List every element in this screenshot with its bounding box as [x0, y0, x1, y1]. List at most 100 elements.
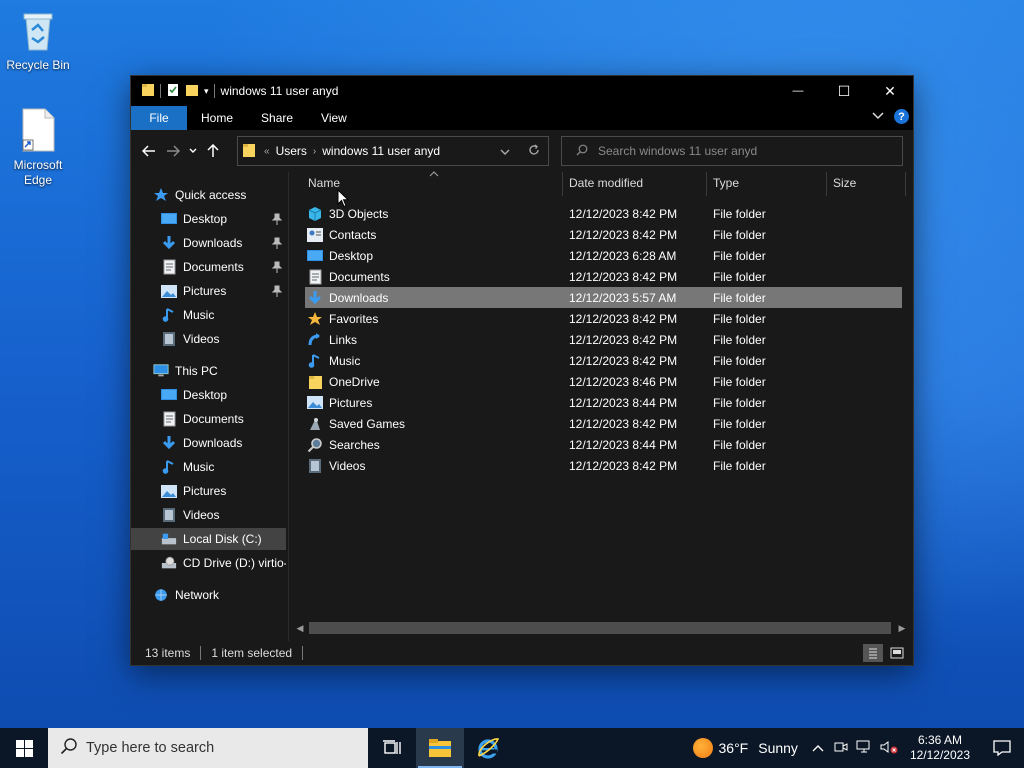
address-overflow[interactable]: « — [264, 146, 270, 157]
details-view-button[interactable] — [863, 644, 883, 662]
file-type: File folder — [713, 395, 766, 410]
large-icons-view-button[interactable] — [887, 644, 907, 662]
nav-item[interactable]: Downloads — [131, 232, 286, 254]
file-row[interactable]: Saved Games 12/12/2023 8:42 PM File folder — [305, 413, 902, 434]
nav-item[interactable]: Pictures — [131, 480, 286, 502]
chevron-up-icon[interactable] — [812, 741, 824, 755]
system-tray: 36°F Sunny 6:36 AM 12/12/2023 — [692, 728, 1024, 768]
recycle-bin-shortcut[interactable]: Recycle Bin — [0, 8, 76, 72]
maximize-button[interactable]: ☐ — [821, 76, 867, 106]
scrollbar-thumb[interactable] — [309, 622, 891, 634]
recycle-bin-label: Recycle Bin — [6, 58, 70, 72]
column-divider[interactable] — [905, 172, 906, 196]
file-row[interactable]: Searches 12/12/2023 8:44 PM File folder — [305, 434, 902, 455]
nav-item[interactable]: Local Disk (C:) — [131, 528, 286, 550]
nav-item[interactable]: Desktop — [131, 384, 286, 406]
nav-item[interactable]: Music — [131, 304, 286, 326]
column-date-modified[interactable]: Date modified — [569, 176, 643, 190]
recent-locations-button[interactable] — [185, 136, 201, 166]
meet-now-icon[interactable] — [834, 740, 848, 757]
music-icon — [161, 307, 177, 323]
tab-view[interactable]: View — [307, 106, 361, 130]
taskbar-search-box[interactable]: Type here to search — [48, 728, 368, 768]
tab-share[interactable]: Share — [247, 106, 307, 130]
forward-button[interactable] — [161, 136, 185, 166]
nav-item[interactable]: Downloads — [131, 432, 286, 454]
task-view-icon — [383, 740, 401, 754]
nav-item-label: Downloads — [183, 436, 243, 450]
back-button[interactable] — [137, 136, 161, 166]
file-date: 12/12/2023 8:46 PM — [569, 374, 678, 389]
item-count: 13 items — [145, 646, 191, 660]
column-type[interactable]: Type — [713, 176, 739, 190]
task-view-button[interactable] — [368, 728, 416, 768]
nav-item[interactable]: Desktop — [131, 208, 286, 230]
quick-access-toolbar: ▾ — [131, 76, 215, 106]
file-row[interactable]: Videos 12/12/2023 8:42 PM File folder — [305, 455, 902, 476]
expand-ribbon-icon[interactable] — [872, 111, 884, 123]
nav-item[interactable]: Videos — [131, 328, 286, 350]
breadcrumb-separator[interactable]: › — [313, 146, 316, 157]
address-bar[interactable]: « Users › windows 11 user anyd — [237, 136, 549, 166]
scroll-right-icon[interactable]: ▶ — [895, 623, 909, 634]
address-dropdown-icon[interactable] — [500, 145, 510, 159]
scroll-left-icon[interactable]: ◀ — [293, 623, 307, 634]
column-divider[interactable] — [826, 172, 827, 196]
refresh-icon[interactable] — [528, 144, 540, 159]
notifications-icon[interactable] — [980, 740, 1024, 756]
new-folder-icon[interactable] — [185, 83, 199, 100]
file-row[interactable]: OneDrive 12/12/2023 8:46 PM File folder — [305, 371, 902, 392]
tab-home[interactable]: Home — [187, 106, 247, 130]
properties-icon[interactable] — [166, 83, 180, 100]
minimize-button[interactable]: — — [775, 76, 821, 106]
nav-item[interactable]: Network — [131, 584, 286, 606]
column-name[interactable]: Name — [308, 176, 340, 190]
close-button[interactable]: ✕ — [867, 76, 913, 106]
drive-icon — [161, 531, 177, 547]
nav-item[interactable]: Documents — [131, 256, 286, 278]
network-icon[interactable] — [856, 740, 872, 757]
nav-item[interactable]: Music — [131, 456, 286, 478]
search-box[interactable]: Search windows 11 user anyd — [561, 136, 903, 166]
nav-item[interactable]: Pictures — [131, 280, 286, 302]
file-row[interactable]: Desktop 12/12/2023 6:28 AM File folder — [305, 245, 902, 266]
edge-shortcut[interactable]: Microsoft Edge — [0, 108, 76, 188]
file-row[interactable]: 3D Objects 12/12/2023 8:42 PM File folder — [305, 203, 902, 224]
nav-item[interactable]: CD Drive (D:) virtio- — [131, 552, 286, 574]
file-row[interactable]: Music 12/12/2023 8:42 PM File folder — [305, 350, 902, 371]
file-row[interactable]: Pictures 12/12/2023 8:44 PM File folder — [305, 392, 902, 413]
nav-item[interactable]: Documents — [131, 408, 286, 430]
file-row[interactable]: Favorites 12/12/2023 8:42 PM File folder — [305, 308, 902, 329]
weather-widget[interactable]: 36°F Sunny — [692, 738, 798, 758]
up-button[interactable] — [201, 136, 225, 166]
folder-icon — [242, 142, 256, 161]
breadcrumb-users[interactable]: Users — [276, 144, 307, 158]
title-bar[interactable]: ▾ windows 11 user anyd — ☐ ✕ — [131, 76, 913, 106]
column-size[interactable]: Size — [833, 176, 856, 190]
file-row[interactable]: Downloads 12/12/2023 5:57 AM File folder — [305, 287, 902, 308]
clock[interactable]: 6:36 AM 12/12/2023 — [910, 733, 970, 763]
nav-item[interactable]: Quick access — [131, 184, 286, 206]
tab-file[interactable]: File — [131, 106, 187, 130]
volume-muted-icon[interactable] — [880, 740, 898, 757]
breadcrumb-current[interactable]: windows 11 user anyd — [322, 144, 440, 158]
file-explorer-taskbar-button[interactable] — [416, 728, 464, 768]
file-type: File folder — [713, 353, 766, 368]
horizontal-scrollbar[interactable]: ◀ ▶ — [293, 621, 909, 635]
file-date: 12/12/2023 8:42 PM — [569, 458, 678, 473]
help-icon[interactable]: ? — [894, 109, 909, 124]
file-row[interactable]: Links 12/12/2023 8:42 PM File folder — [305, 329, 902, 350]
file-row[interactable]: Contacts 12/12/2023 8:42 PM File folder — [305, 224, 902, 245]
file-type: File folder — [713, 332, 766, 347]
start-button[interactable] — [0, 728, 48, 768]
file-date: 12/12/2023 8:42 PM — [569, 206, 678, 221]
nav-item[interactable]: Videos — [131, 504, 286, 526]
file-row[interactable]: Documents 12/12/2023 8:42 PM File folder — [305, 266, 902, 287]
downloads-icon — [161, 435, 177, 451]
nav-item[interactable]: This PC — [131, 360, 286, 382]
column-divider[interactable] — [706, 172, 707, 196]
internet-explorer-taskbar-button[interactable] — [464, 728, 512, 768]
downloads-icon — [161, 235, 177, 251]
customize-toolbar-icon[interactable]: ▾ — [204, 86, 209, 97]
column-divider[interactable] — [562, 172, 563, 196]
